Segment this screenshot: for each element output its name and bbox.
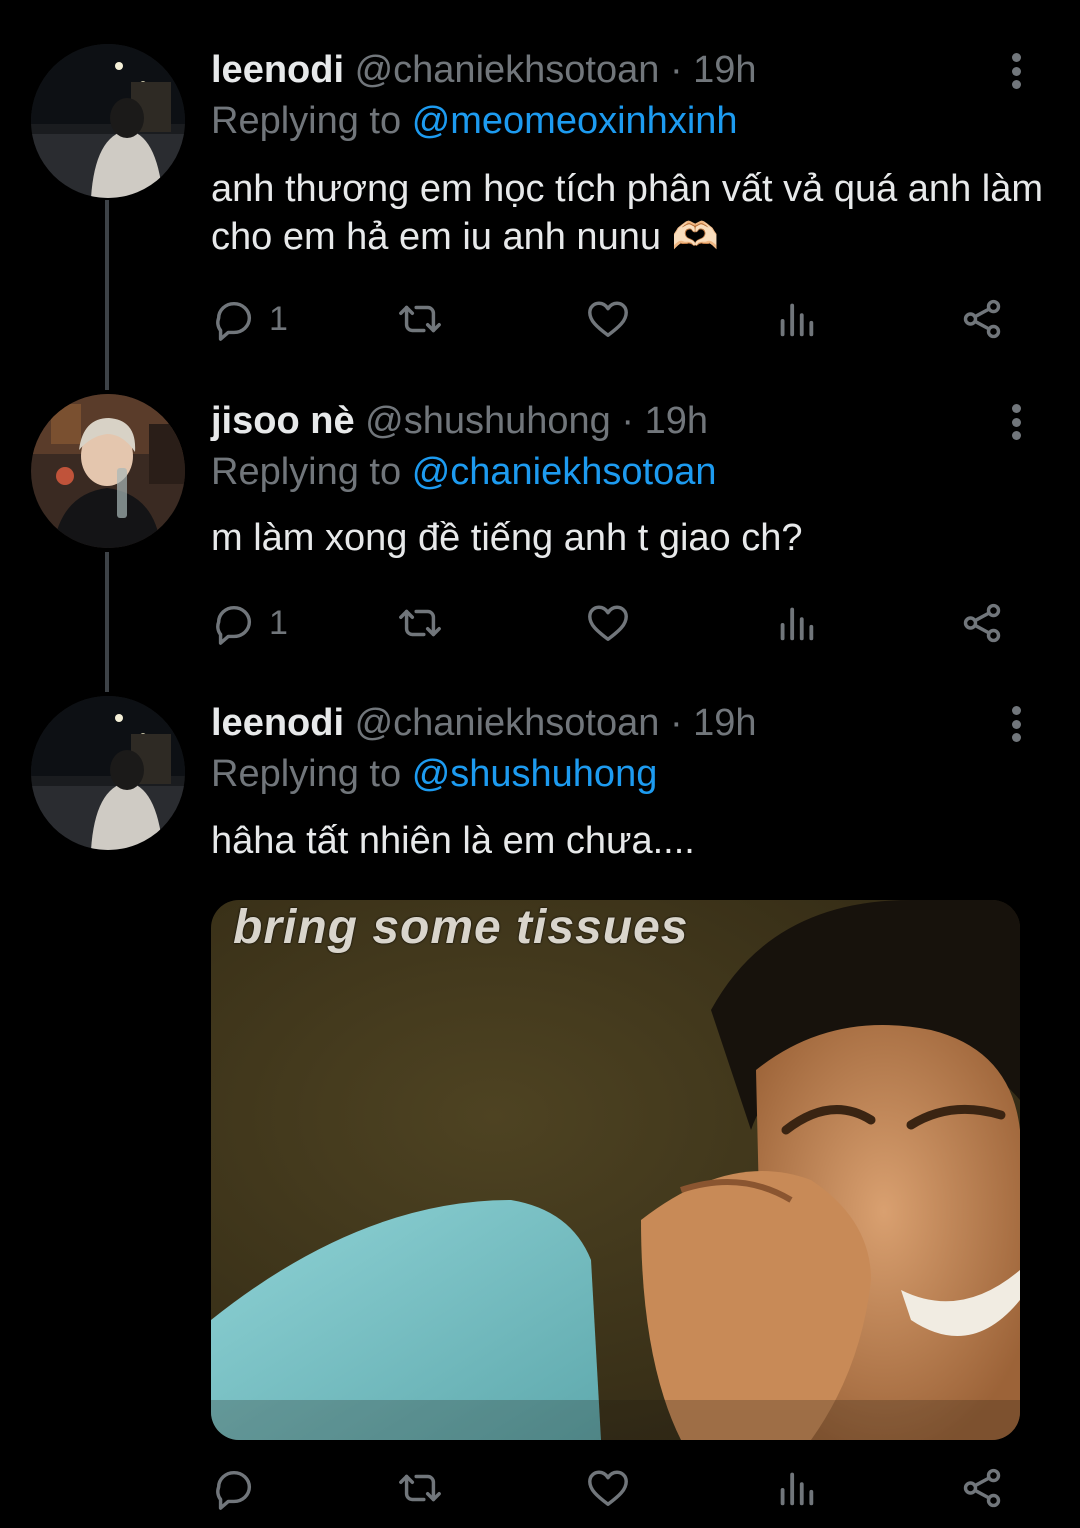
share-button[interactable] [959, 598, 1005, 648]
display-name[interactable]: leenodi [211, 49, 344, 91]
heart-icon [588, 301, 628, 338]
avatar[interactable] [31, 44, 185, 198]
share-icon [963, 603, 1001, 643]
replying-to: Replying to @shushuhong [211, 751, 657, 797]
mention-link[interactable]: @chaniekhsotoan [412, 451, 717, 493]
reply-button[interactable]: 1 [211, 294, 288, 344]
separator-dot: · [621, 400, 635, 442]
like-button[interactable] [585, 294, 631, 344]
timestamp[interactable]: 19h [645, 400, 708, 442]
more-vertical-icon[interactable] [996, 402, 1036, 442]
separator-dot: · [669, 702, 683, 744]
replying-to-label: Replying to [211, 753, 402, 795]
separator-dot: · [669, 49, 683, 91]
retweet-button[interactable] [397, 1463, 443, 1513]
reply-bubble-icon [216, 1470, 252, 1510]
replying-to: Replying to @chaniekhsotoan [211, 449, 716, 495]
display-name[interactable]: leenodi [211, 702, 344, 744]
analytics-icon [780, 303, 814, 337]
reply-thread: leenodi @chaniekhsotoan · 19h Replying t… [0, 0, 1080, 1528]
more-vertical-icon[interactable] [996, 51, 1036, 91]
tweet-header: leenodi @chaniekhsotoan · 19h [211, 47, 757, 93]
like-button[interactable] [585, 1463, 631, 1513]
analytics-icon [780, 607, 814, 641]
share-button[interactable] [959, 294, 1005, 344]
reply-count: 1 [269, 299, 288, 338]
reply-button[interactable] [211, 1463, 269, 1513]
retweet-icon [399, 609, 441, 637]
tweet-text: anh thương em học tích phân vất vả quá a… [211, 168, 1043, 258]
retweet-button[interactable] [397, 294, 443, 344]
replying-to-label: Replying to [211, 100, 402, 142]
reply-bubble-icon [216, 301, 252, 341]
tweet-header: jisoo nè @shushuhong · 19h [211, 398, 708, 444]
share-icon [963, 1468, 1001, 1508]
tweet-text: hâha tất nhiên là em chưa.... [211, 820, 695, 862]
views-button[interactable] [773, 598, 819, 648]
action-bar: 1 [211, 598, 1031, 648]
reply-bubble-icon [216, 605, 252, 645]
timestamp[interactable]: 19h [693, 49, 756, 91]
reply-button[interactable]: 1 [211, 598, 288, 648]
like-button[interactable] [585, 598, 631, 648]
mention-link[interactable]: @shushuhong [412, 753, 658, 795]
tweet-header: leenodi @chaniekhsotoan · 19h [211, 700, 757, 746]
heart-icon [588, 1470, 628, 1507]
retweet-icon [399, 305, 441, 333]
meme-caption: bring some tissues [233, 901, 689, 954]
share-button[interactable] [959, 1463, 1005, 1513]
timestamp[interactable]: 19h [693, 702, 756, 744]
tweet[interactable]: jisoo nè @shushuhong · 19h Replying to @… [0, 390, 1080, 690]
action-bar: 1 [211, 294, 1031, 344]
mention-link[interactable]: @meomeoxinhxinh [412, 100, 738, 142]
replying-to-label: Replying to [211, 451, 402, 493]
user-handle[interactable]: @chaniekhsotoan [355, 49, 660, 91]
tweet-media-image[interactable]: bring some tissues [211, 900, 1020, 1440]
tweet-text: m làm xong đề tiếng anh t giao ch? [211, 517, 803, 559]
more-vertical-icon[interactable] [996, 704, 1036, 744]
replying-to: Replying to @meomeoxinhxinh [211, 98, 738, 144]
action-bar [211, 1463, 1031, 1513]
views-button[interactable] [773, 294, 819, 344]
user-handle[interactable]: @shushuhong [365, 400, 611, 442]
reply-count: 1 [269, 603, 288, 642]
share-icon [963, 299, 1001, 339]
avatar[interactable] [31, 696, 185, 850]
display-name[interactable]: jisoo nè [211, 400, 355, 442]
views-button[interactable] [773, 1463, 819, 1513]
analytics-icon [780, 1472, 814, 1506]
user-handle[interactable]: @chaniekhsotoan [355, 702, 660, 744]
heart-icon [588, 605, 628, 642]
retweet-button[interactable] [397, 598, 443, 648]
tweet[interactable]: leenodi @chaniekhsotoan · 19h Replying t… [0, 0, 1080, 390]
retweet-icon [399, 1474, 441, 1502]
avatar[interactable] [31, 394, 185, 548]
